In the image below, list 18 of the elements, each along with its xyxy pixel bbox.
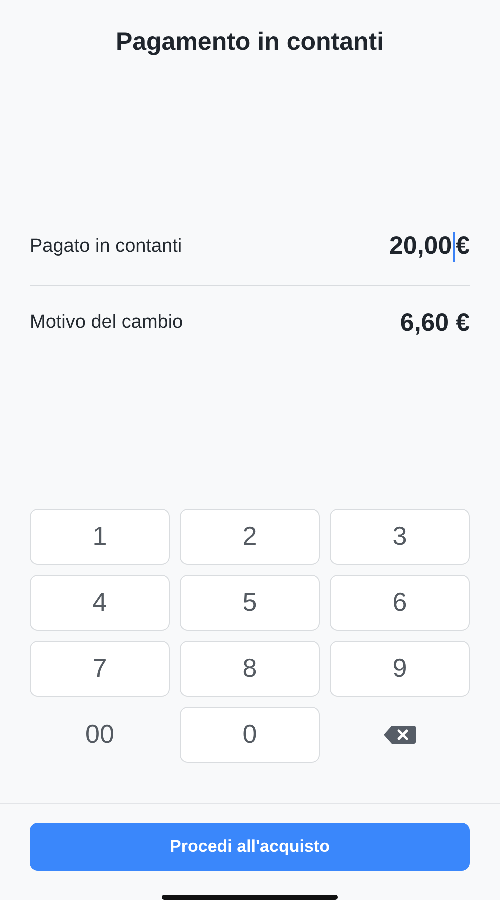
row-label: Pagato in contanti bbox=[30, 234, 182, 259]
keypad-key[interactable]: 9 bbox=[330, 640, 470, 696]
keypad-key[interactable]: 3 bbox=[330, 508, 470, 564]
keypad-key[interactable]: 4 bbox=[30, 574, 170, 630]
backspace-icon bbox=[384, 724, 416, 744]
page-title: Pagamento in contanti bbox=[114, 27, 386, 58]
keypad-key[interactable]: 5 bbox=[180, 574, 320, 630]
keypad-key[interactable]: 8 bbox=[180, 640, 320, 696]
proceed-button[interactable]: Procedi all'acquisto bbox=[30, 823, 470, 871]
row-label: Motivo del cambio bbox=[30, 311, 184, 336]
amount-field[interactable]: 20,00 € bbox=[390, 228, 470, 266]
amount-value: 6,60 € bbox=[400, 308, 470, 339]
keypad-key[interactable]: 7 bbox=[30, 640, 170, 696]
keypad-key[interactable]: 00 bbox=[30, 706, 170, 762]
keypad-key[interactable]: 0 bbox=[180, 706, 320, 762]
keypad-key[interactable]: 6 bbox=[330, 574, 470, 630]
keypad-key[interactable]: 2 bbox=[180, 508, 320, 564]
keypad-key[interactable]: 1 bbox=[30, 508, 170, 564]
